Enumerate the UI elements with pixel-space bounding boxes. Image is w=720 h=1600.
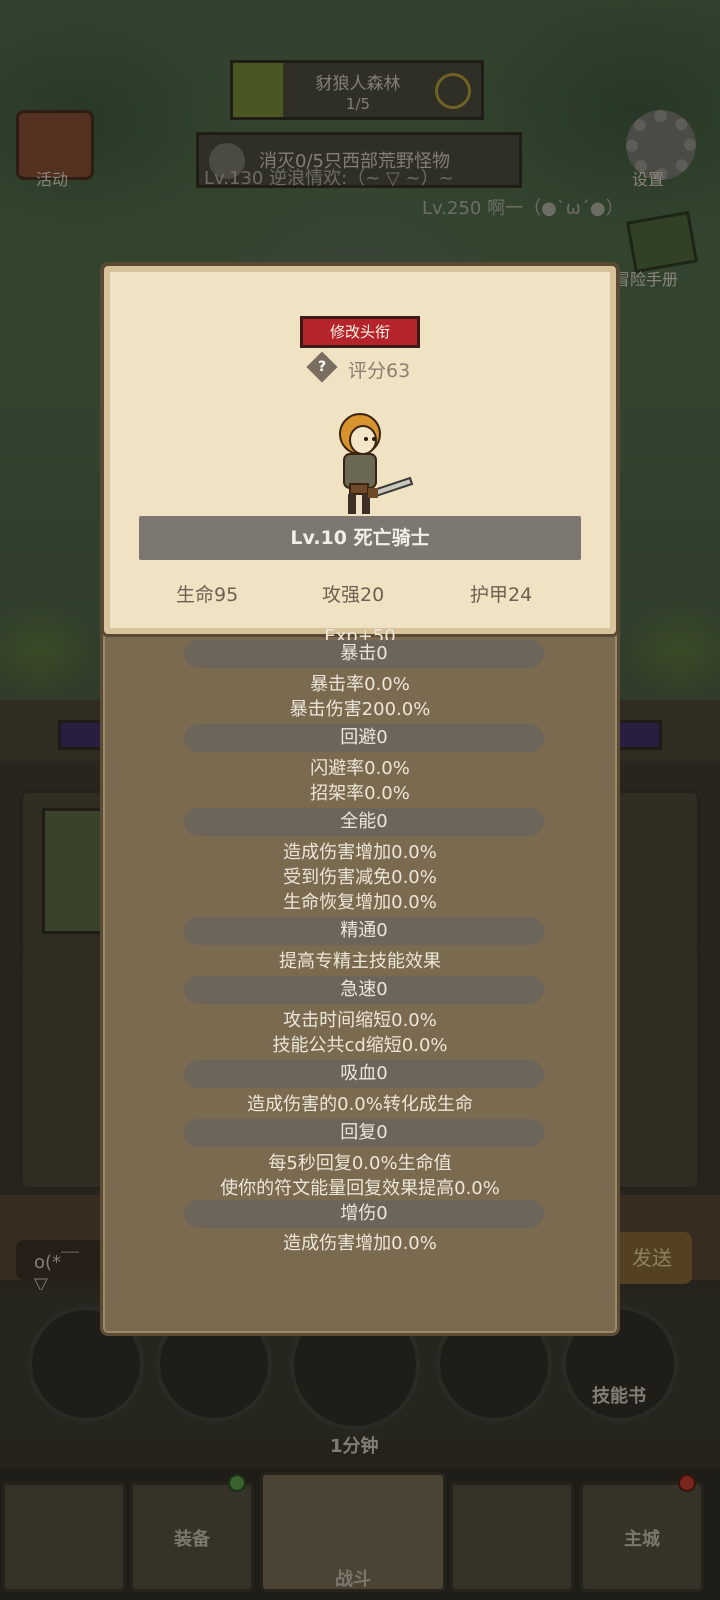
crit-rate: 暴击率0.0% bbox=[310, 674, 410, 695]
leech-header: 吸血0 bbox=[184, 1060, 544, 1088]
regen-hp: 每5秒回复0.0%生命值 bbox=[268, 1153, 452, 1174]
crit-header: 暴击0 bbox=[184, 640, 544, 668]
versatility-header: 全能0 bbox=[184, 808, 544, 836]
dmg-reduction: 受到伤害减免0.0% bbox=[283, 867, 437, 888]
mastery-header: 精通0 bbox=[184, 917, 544, 945]
edit-title-button[interactable]: 修改头衔 bbox=[300, 316, 420, 348]
stat-hp: 生命95 bbox=[176, 584, 239, 606]
damage-amp-header: 增伤0 bbox=[184, 1200, 544, 1228]
hero-sprite bbox=[339, 413, 414, 514]
character-name-band: Lv.10 死亡骑士 bbox=[139, 516, 581, 560]
damage-amp-desc: 造成伤害增加0.0% bbox=[283, 1233, 437, 1254]
attack-time: 攻击时间缩短0.0% bbox=[283, 1010, 437, 1031]
regen-header: 回复0 bbox=[184, 1119, 544, 1147]
help-icon[interactable]: ? bbox=[306, 351, 338, 383]
stat-armor: 护甲24 bbox=[470, 584, 533, 606]
gcd-reduction: 技能公共cd缩短0.0% bbox=[272, 1035, 448, 1056]
haste-header: 急速0 bbox=[184, 976, 544, 1004]
stat-attack: 攻强20 bbox=[322, 584, 385, 606]
dodge-header: 回避0 bbox=[184, 724, 544, 752]
help-icon-glyph: ? bbox=[317, 359, 327, 375]
mastery-desc: 提高专精主技能效果 bbox=[279, 951, 441, 972]
regen-rune: 使你的符文能量回复效果提高0.0% bbox=[220, 1178, 500, 1199]
parry-rate: 招架率0.0% bbox=[310, 783, 410, 804]
dodge-rate: 闪避率0.0% bbox=[310, 758, 410, 779]
score-text: 评分63 bbox=[348, 360, 411, 382]
crit-damage: 暴击伤害200.0% bbox=[289, 699, 431, 720]
leech-desc: 造成伤害的0.0%转化成生命 bbox=[247, 1094, 473, 1115]
dmg-increase: 造成伤害增加0.0% bbox=[283, 842, 437, 863]
heal-increase: 生命恢复增加0.0% bbox=[283, 892, 437, 913]
